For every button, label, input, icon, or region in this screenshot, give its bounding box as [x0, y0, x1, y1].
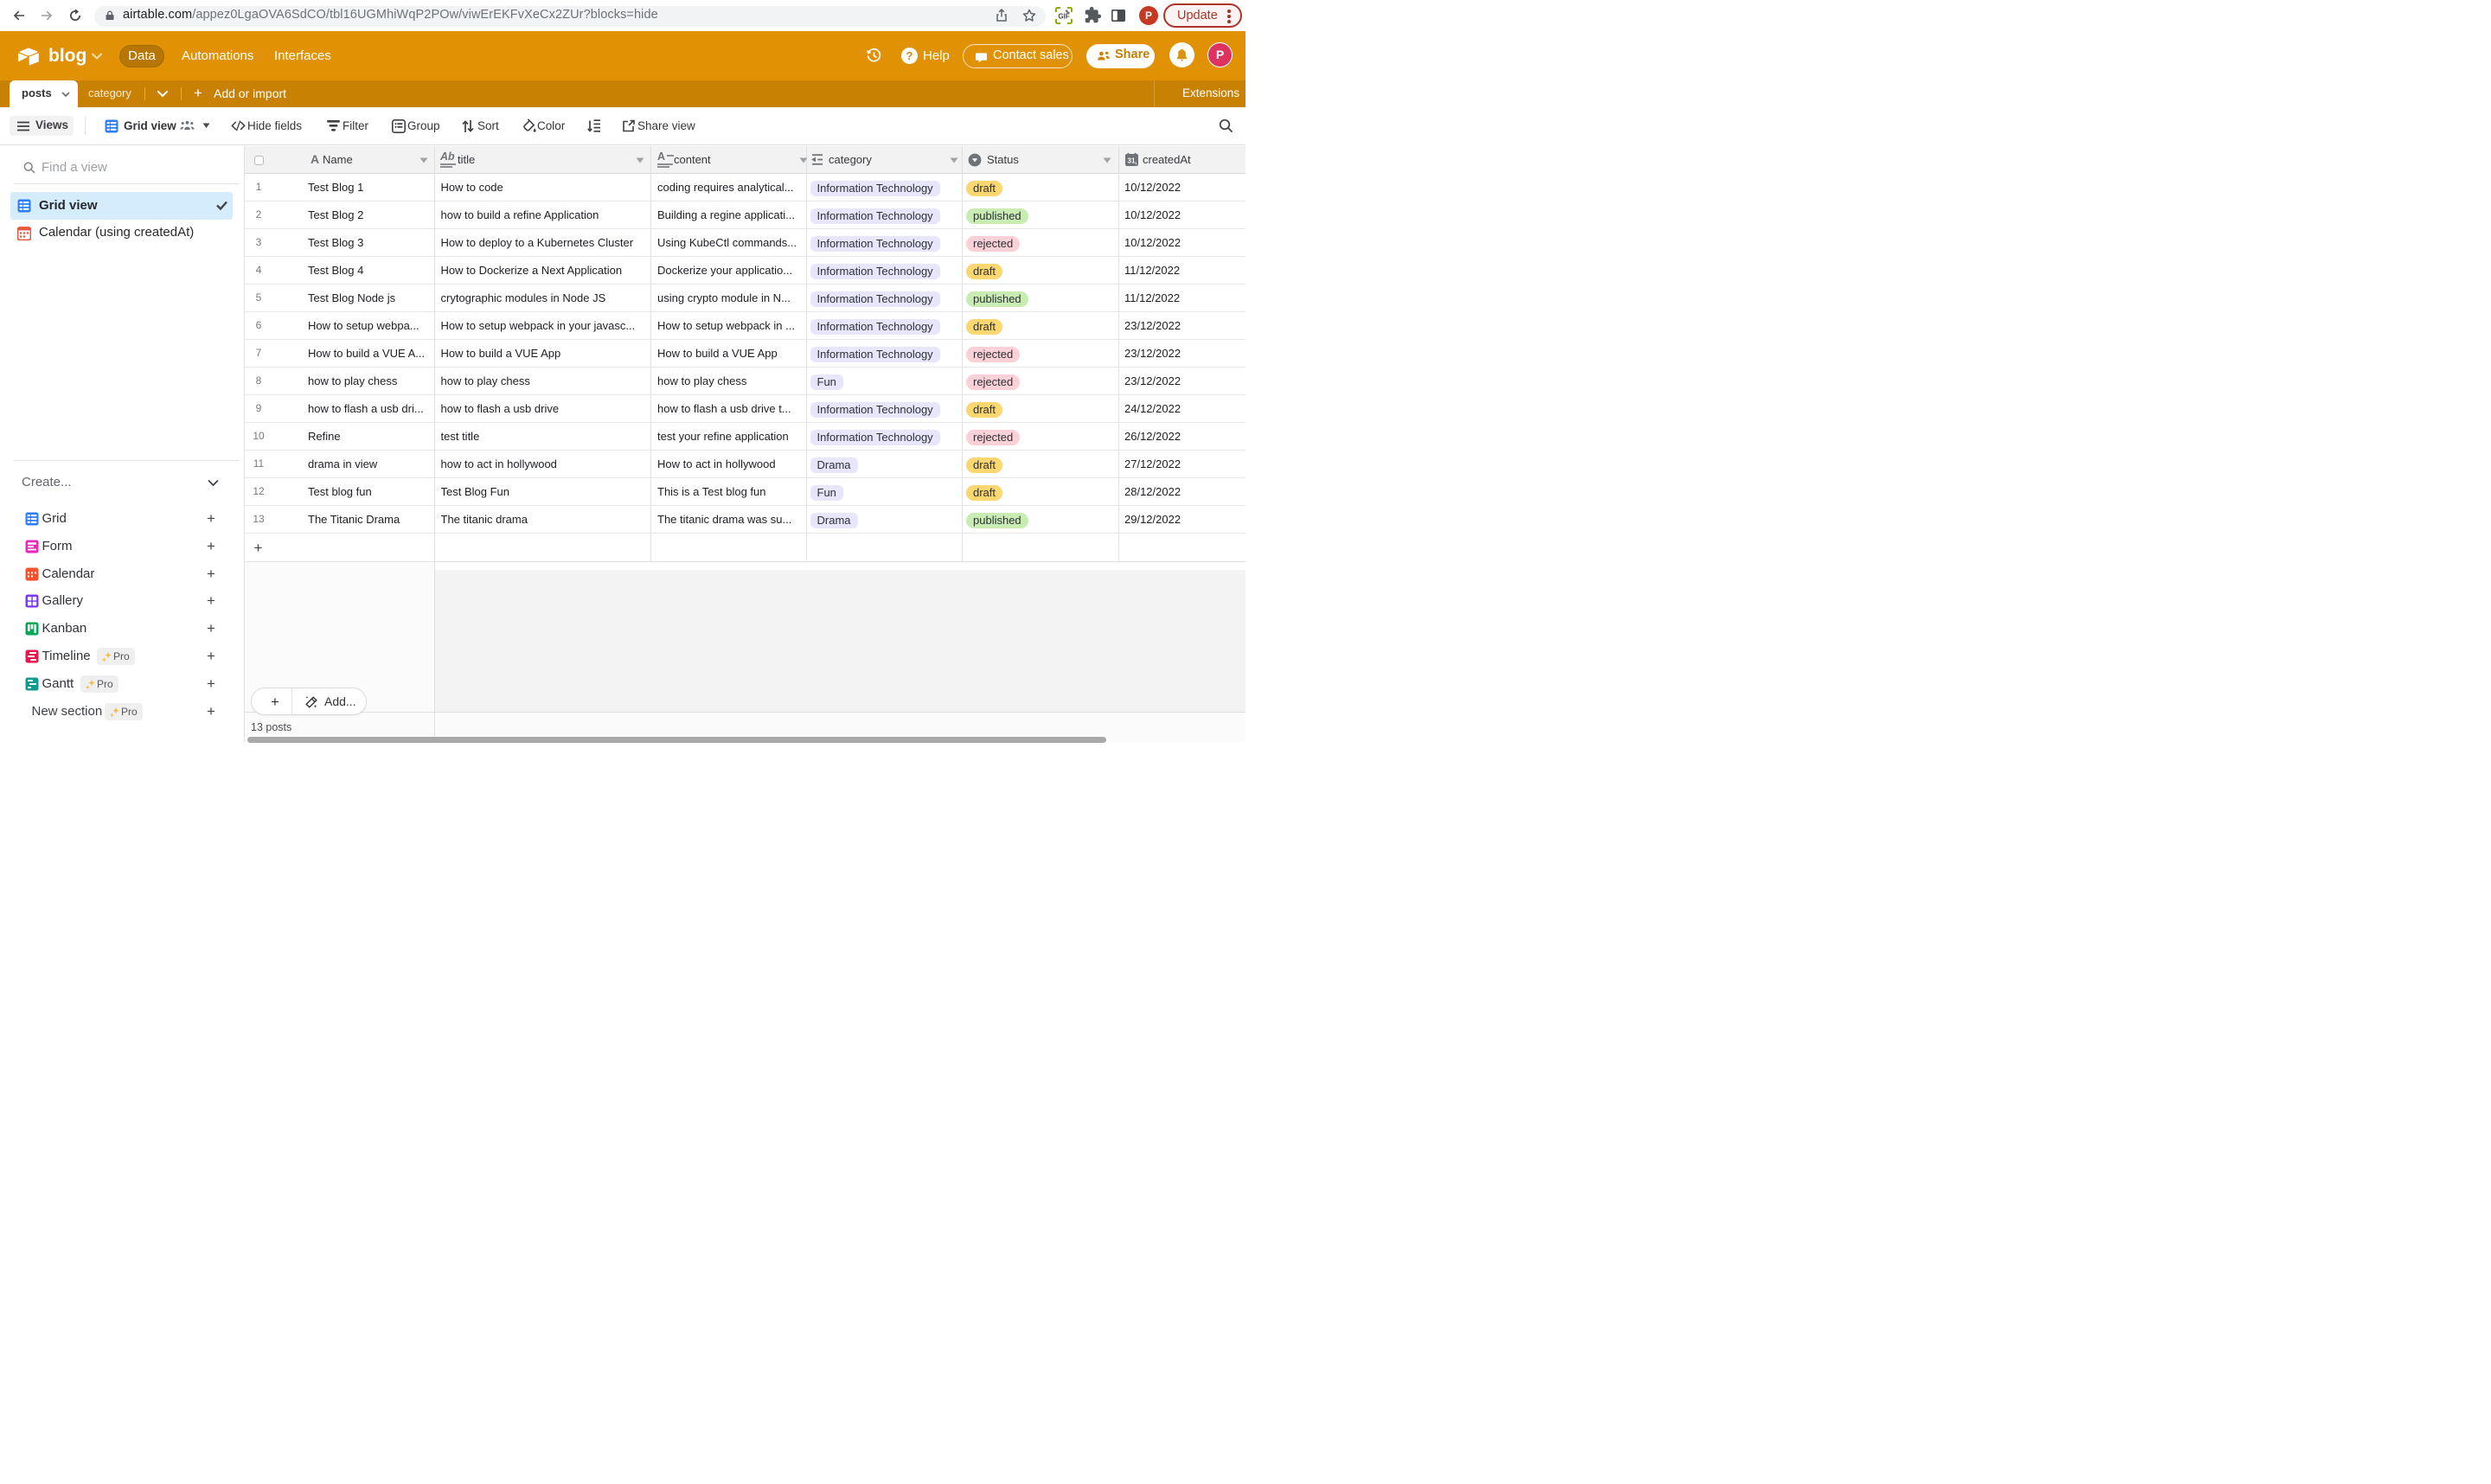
svg-text:31: 31 [1128, 157, 1136, 165]
